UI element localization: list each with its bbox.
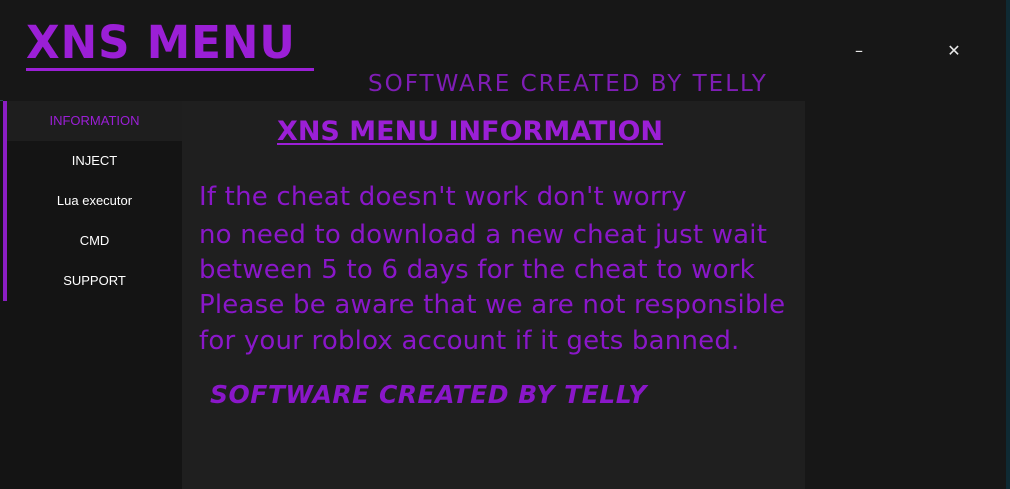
sidebar-item-information[interactable]: INFORMATION bbox=[7, 101, 182, 141]
info-line: no need to download a new cheat just wai… bbox=[199, 220, 768, 250]
sidebar-item-lua-executor[interactable]: Lua executor bbox=[7, 181, 182, 221]
app-title: XNS MENU bbox=[26, 16, 296, 69]
info-line: Please be aware that we are not responsi… bbox=[199, 290, 786, 320]
info-line: for your roblox account if it gets banne… bbox=[199, 326, 740, 356]
close-button[interactable]: ✕ bbox=[937, 34, 971, 68]
app-subtitle: SOFTWARE CREATED BY TELLY bbox=[368, 71, 768, 97]
info-line: If the cheat doesn't work don't worry bbox=[199, 182, 687, 212]
footer-credit: SOFTWARE CREATED BY TELLY bbox=[210, 380, 647, 409]
sidebar-item-support[interactable]: SUPPORT bbox=[7, 261, 182, 301]
sidebar-item-inject[interactable]: INJECT bbox=[7, 141, 182, 181]
info-line: between 5 to 6 days for the cheat to wor… bbox=[199, 255, 755, 285]
app-title-underline bbox=[26, 68, 314, 71]
minimize-button[interactable]: – bbox=[842, 34, 876, 68]
app-window: XNS MENU SOFTWARE CREATED BY TELLY – ✕ I… bbox=[0, 0, 1006, 489]
sidebar-item-cmd[interactable]: CMD bbox=[7, 221, 182, 261]
panel-title: XNS MENU INFORMATION bbox=[277, 116, 664, 147]
